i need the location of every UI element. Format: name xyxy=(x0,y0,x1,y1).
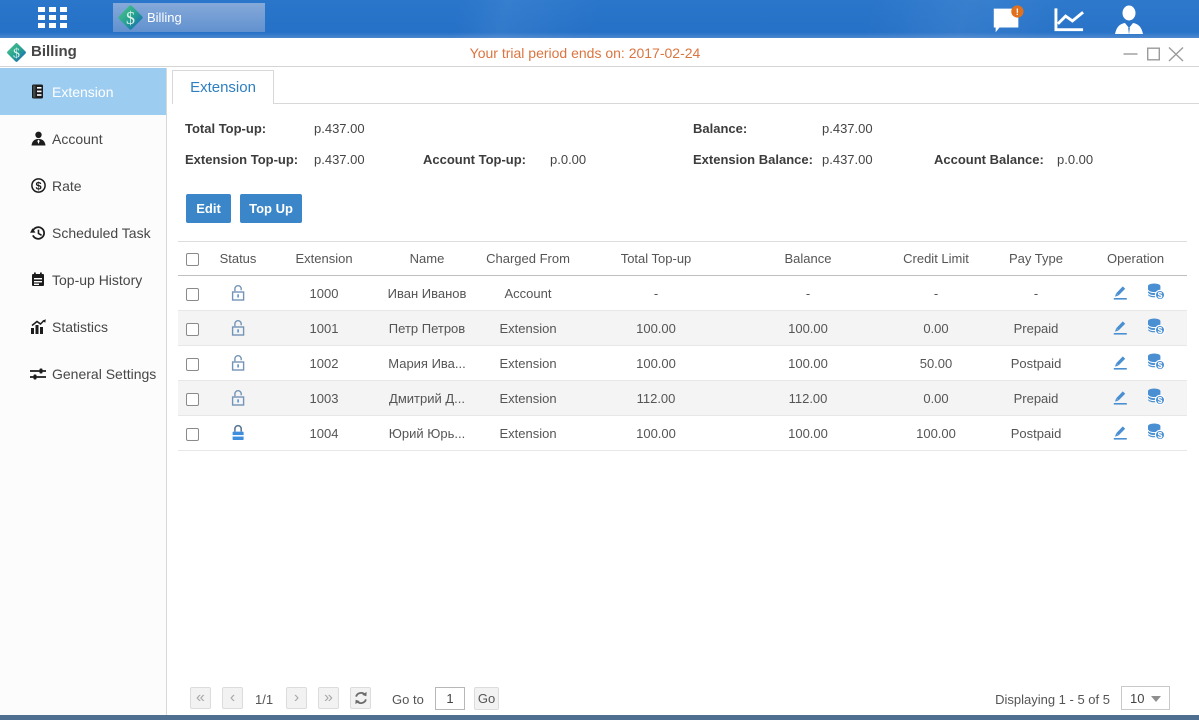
svg-text:$: $ xyxy=(1158,290,1163,300)
svg-text:!: ! xyxy=(1016,7,1019,18)
svg-text:$: $ xyxy=(1158,360,1163,370)
svg-text:$: $ xyxy=(1158,430,1163,440)
svg-text:$: $ xyxy=(35,180,41,192)
svg-text:$: $ xyxy=(1158,395,1163,405)
svg-text:$: $ xyxy=(1158,325,1163,335)
svg-text:$: $ xyxy=(126,8,135,28)
